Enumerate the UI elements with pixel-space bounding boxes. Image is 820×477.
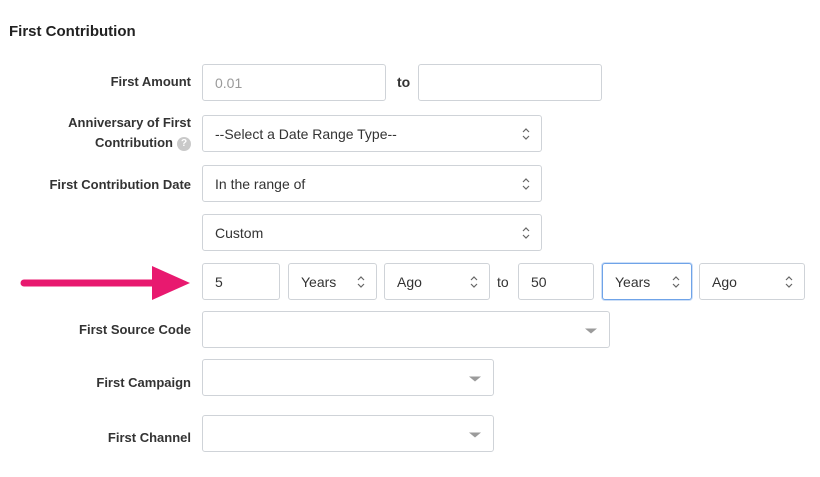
- to-direction-select[interactable]: Ago: [699, 263, 805, 300]
- updown-chevron-icon: [522, 127, 530, 140]
- channel-select[interactable]: [202, 415, 494, 452]
- anniversary-selected-value: --Select a Date Range Type--: [215, 125, 397, 142]
- section-title: First Contribution: [9, 23, 136, 40]
- campaign-select[interactable]: [202, 359, 494, 396]
- updown-chevron-icon: [672, 275, 680, 288]
- updown-chevron-icon: [522, 177, 530, 190]
- to-unit-select[interactable]: Years: [602, 263, 692, 300]
- first-amount-from-placeholder: 0.01: [215, 74, 243, 91]
- anniversary-label-line1: Anniversary of First: [68, 115, 191, 130]
- channel-label: First Channel: [107, 430, 191, 445]
- custom-type-select[interactable]: Custom: [202, 214, 542, 251]
- updown-chevron-icon: [470, 275, 478, 288]
- updown-chevron-icon: [785, 275, 793, 288]
- caret-down-icon: [469, 432, 481, 437]
- anniversary-label-line2: Contribution: [95, 135, 173, 150]
- first-amount-to-input[interactable]: [418, 64, 602, 101]
- arrow-right-icon: [20, 266, 190, 300]
- help-icon[interactable]: ?: [177, 136, 191, 151]
- updown-chevron-icon: [522, 226, 530, 239]
- custom-type-value: Custom: [215, 224, 264, 241]
- to-unit-value: Years: [615, 273, 651, 290]
- updown-chevron-icon: [357, 275, 365, 288]
- from-number-value: 5: [215, 273, 223, 290]
- anniversary-select[interactable]: --Select a Date Range Type--: [202, 115, 542, 152]
- date-range-type-select[interactable]: In the range of: [202, 165, 542, 202]
- from-unit-value: Years: [301, 273, 337, 290]
- from-direction-select[interactable]: Ago: [384, 263, 490, 300]
- anniversary-label: Anniversary of First Contribution?: [68, 113, 191, 153]
- from-number-input[interactable]: 5: [202, 263, 280, 300]
- date-range-type-value: In the range of: [215, 175, 306, 192]
- first-amount-to-label: to: [397, 74, 411, 90]
- to-number-input[interactable]: 50: [518, 263, 594, 300]
- from-direction-value: Ago: [397, 273, 422, 290]
- to-number-value: 50: [531, 273, 547, 290]
- caret-down-icon: [469, 376, 481, 381]
- campaign-label: First Campaign: [96, 375, 191, 390]
- source-code-select[interactable]: [202, 311, 610, 348]
- contribution-date-label: First Contribution Date: [49, 177, 191, 192]
- first-amount-label: First Amount: [110, 74, 191, 89]
- from-unit-select[interactable]: Years: [288, 263, 377, 300]
- to-direction-value: Ago: [712, 273, 737, 290]
- first-amount-from-input[interactable]: 0.01: [202, 64, 386, 101]
- date-to-label: to: [497, 274, 509, 290]
- source-code-label: First Source Code: [79, 322, 191, 337]
- caret-down-icon: [585, 328, 597, 333]
- anniversary-label-line2-wrap: Contribution?: [68, 133, 191, 153]
